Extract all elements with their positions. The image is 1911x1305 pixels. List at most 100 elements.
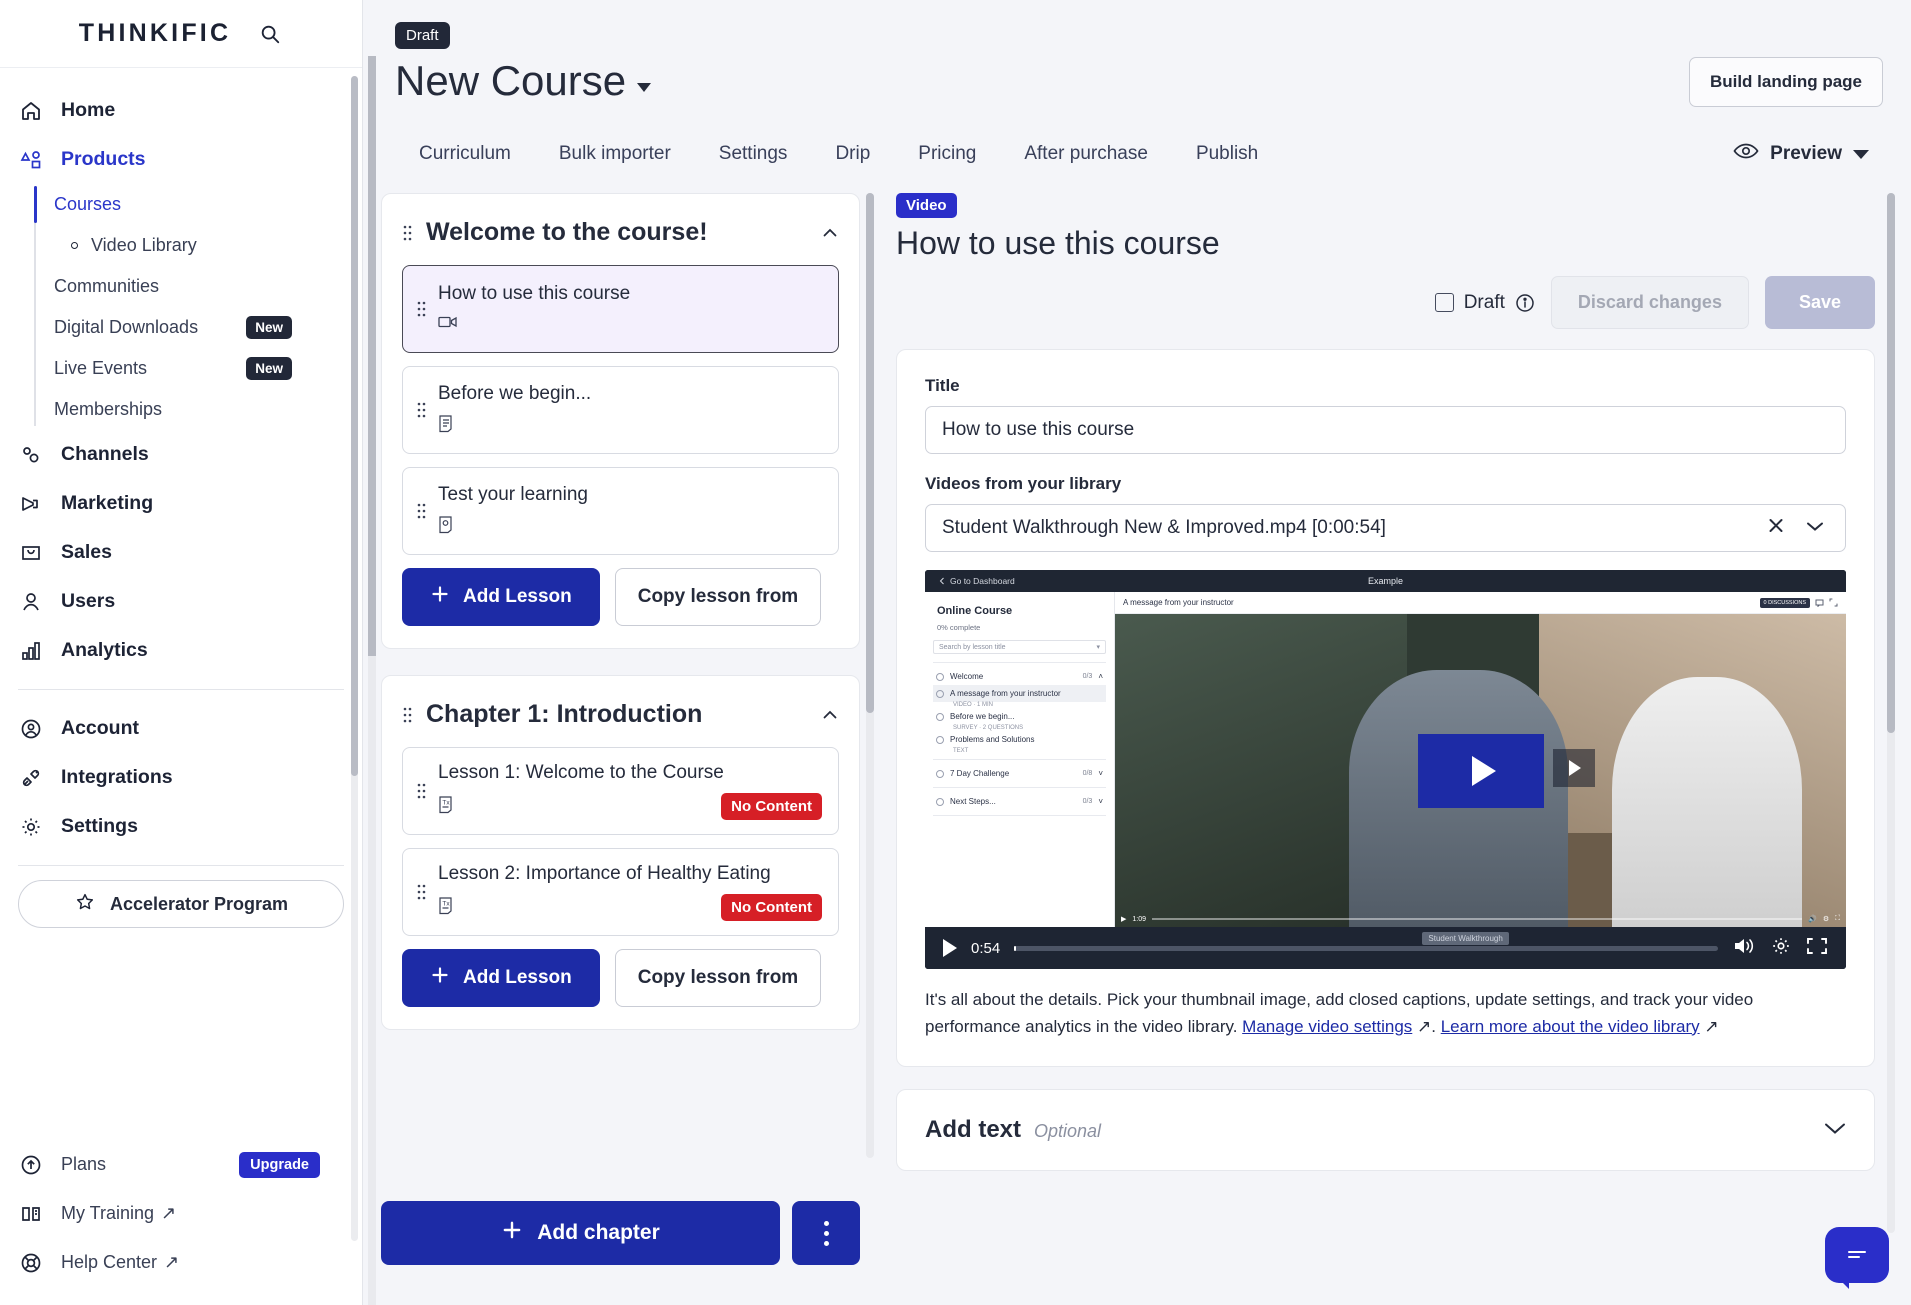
sidebar-item-memberships[interactable]: Memberships [34, 389, 362, 430]
sidebar-item-home[interactable]: Home [0, 86, 362, 135]
sidebar-item-courses[interactable]: Courses [34, 184, 362, 225]
video-player[interactable]: Go to Dashboard Example Online Course 0%… [925, 570, 1846, 969]
sidebar-item-channels[interactable]: Channels [0, 430, 362, 479]
draft-checkbox[interactable]: Draft [1435, 292, 1535, 314]
sidebar-item-analytics[interactable]: Analytics [0, 626, 362, 675]
tab-bulk-importer[interactable]: Bulk importer [535, 133, 695, 175]
copy-lesson-from-button[interactable]: Copy lesson from [615, 568, 821, 626]
analytics-icon [18, 638, 44, 664]
sidebar-scrollbar[interactable] [351, 76, 358, 1241]
lesson-item[interactable]: How to use this course [402, 265, 839, 353]
sidebar-item-marketing[interactable]: Marketing [0, 479, 362, 528]
drag-handle-icon[interactable] [402, 707, 412, 723]
info-icon[interactable] [1515, 293, 1535, 313]
chevron-down-icon[interactable] [637, 83, 651, 92]
chapter-header[interactable]: Welcome to the course! [402, 212, 839, 265]
preview-mini-progress [1152, 918, 1802, 920]
search-icon[interactable] [257, 21, 283, 47]
add-chapter-button[interactable]: Add chapter [381, 1201, 780, 1265]
drag-handle-icon[interactable] [416, 783, 426, 799]
sidebar-item-communities[interactable]: Communities [34, 266, 362, 307]
upgrade-button[interactable]: Upgrade [239, 1152, 320, 1178]
preview-button[interactable]: Preview [1733, 141, 1883, 167]
video-progress-slider[interactable]: Student Walkthrough [1014, 946, 1718, 951]
sidebar-item-settings[interactable]: Settings [0, 802, 362, 851]
sidebar-label-settings: Settings [61, 815, 138, 838]
sidebar-item-plans[interactable]: Plans Upgrade [0, 1140, 362, 1189]
page-title[interactable]: New Course [395, 57, 651, 105]
manage-video-settings-link[interactable]: Manage video settings [1242, 1017, 1412, 1036]
preview-lesson-row: Before we begin... [933, 708, 1106, 725]
sidebar-item-live-events[interactable]: Live Events New [34, 348, 362, 389]
sidebar-item-sales[interactable]: Sales [0, 528, 362, 577]
title-field-label: Title [925, 376, 1846, 396]
lesson-meta [438, 314, 822, 335]
preview-lesson-header-actions: 0 DISCUSSIONS [1760, 594, 1838, 612]
close-icon[interactable] [1766, 516, 1786, 541]
add-chapter-label: Add chapter [537, 1221, 660, 1245]
drag-handle-icon[interactable] [416, 503, 426, 519]
lesson-item[interactable]: Before we begin... [402, 366, 839, 454]
preview-lesson-row: A message from your instructor [933, 685, 1106, 702]
checkbox-icon[interactable] [1435, 293, 1454, 312]
chevron-down-icon[interactable] [1806, 519, 1824, 537]
chapter-header[interactable]: Chapter 1: Introduction [402, 694, 839, 747]
add-lesson-button[interactable]: Add Lesson [402, 949, 600, 1007]
tab-after-purchase[interactable]: After purchase [1000, 133, 1172, 175]
lesson-item[interactable]: Lesson 1: Welcome to the Course Tx No Co… [402, 747, 839, 835]
lesson-meta: Tx No Content [438, 793, 822, 820]
discussions-badge: 0 DISCUSSIONS [1760, 598, 1810, 608]
account-icon [18, 716, 44, 742]
tab-publish[interactable]: Publish [1172, 133, 1282, 175]
play-button-secondary[interactable] [1553, 749, 1595, 787]
sidebar-item-account[interactable]: Account [0, 704, 362, 753]
drag-handle-icon[interactable] [416, 402, 426, 418]
circle-icon [936, 736, 944, 744]
drag-handle-icon[interactable] [416, 301, 426, 317]
gear-icon[interactable] [1770, 935, 1792, 962]
sidebar-item-integrations[interactable]: Integrations [0, 753, 362, 802]
plus-icon [430, 584, 450, 610]
lesson-item[interactable]: Test your learning [402, 467, 839, 555]
build-landing-page-button[interactable]: Build landing page [1689, 57, 1883, 107]
chevron-up-icon[interactable] [821, 224, 839, 242]
app-root: THINKIFIC Home Products Courses [0, 0, 1911, 1305]
tab-drip[interactable]: Drip [811, 133, 894, 175]
drag-handle-icon[interactable] [416, 884, 426, 900]
tab-curriculum[interactable]: Curriculum [395, 133, 535, 175]
chevron-up-icon[interactable] [821, 706, 839, 724]
preview-lesson-name: Before we begin... [950, 712, 1103, 721]
fullscreen-icon[interactable] [1806, 936, 1828, 961]
curriculum-scrollbar[interactable] [866, 193, 874, 1158]
sidebar-item-users[interactable]: Users [0, 577, 362, 626]
chevron-down-icon[interactable] [1824, 1121, 1846, 1140]
status-badge: Draft [395, 22, 450, 49]
chat-support-button[interactable] [1825, 1227, 1889, 1283]
title-input[interactable] [925, 406, 1846, 454]
lesson-item[interactable]: Lesson 2: Importance of Healthy Eating T… [402, 848, 839, 936]
accelerator-program-button[interactable]: Accelerator Program [18, 880, 344, 928]
discard-changes-button[interactable]: Discard changes [1551, 276, 1749, 329]
video-select-input[interactable] [925, 504, 1846, 552]
copy-lesson-from-button[interactable]: Copy lesson from [615, 949, 821, 1007]
play-icon[interactable] [943, 939, 957, 957]
add-text-section[interactable]: Add text Optional [896, 1089, 1875, 1171]
sidebar-item-my-training[interactable]: My Training ↗ [0, 1189, 362, 1238]
editor-scrollbar[interactable] [1887, 193, 1895, 1233]
add-lesson-button[interactable]: Add Lesson [402, 568, 600, 626]
tab-settings[interactable]: Settings [695, 133, 812, 175]
sidebar-label-products: Products [61, 148, 146, 171]
more-options-button[interactable] [792, 1201, 860, 1265]
sidebar-item-products[interactable]: Products [0, 135, 362, 184]
sidebar-item-video-library[interactable]: Video Library [34, 225, 362, 266]
drag-handle-icon[interactable] [402, 225, 412, 241]
learn-more-video-library-link[interactable]: Learn more about the video library [1441, 1017, 1700, 1036]
sidebar-item-digital-downloads[interactable]: Digital Downloads New [34, 307, 362, 348]
tab-pricing[interactable]: Pricing [894, 133, 1000, 175]
volume-icon[interactable] [1732, 936, 1756, 961]
play-button[interactable] [1418, 734, 1544, 808]
save-button[interactable]: Save [1765, 276, 1875, 329]
comment-icon [1815, 594, 1824, 612]
video-select-wrapper [925, 504, 1846, 552]
sidebar-item-help-center[interactable]: Help Center ↗ [0, 1238, 362, 1287]
